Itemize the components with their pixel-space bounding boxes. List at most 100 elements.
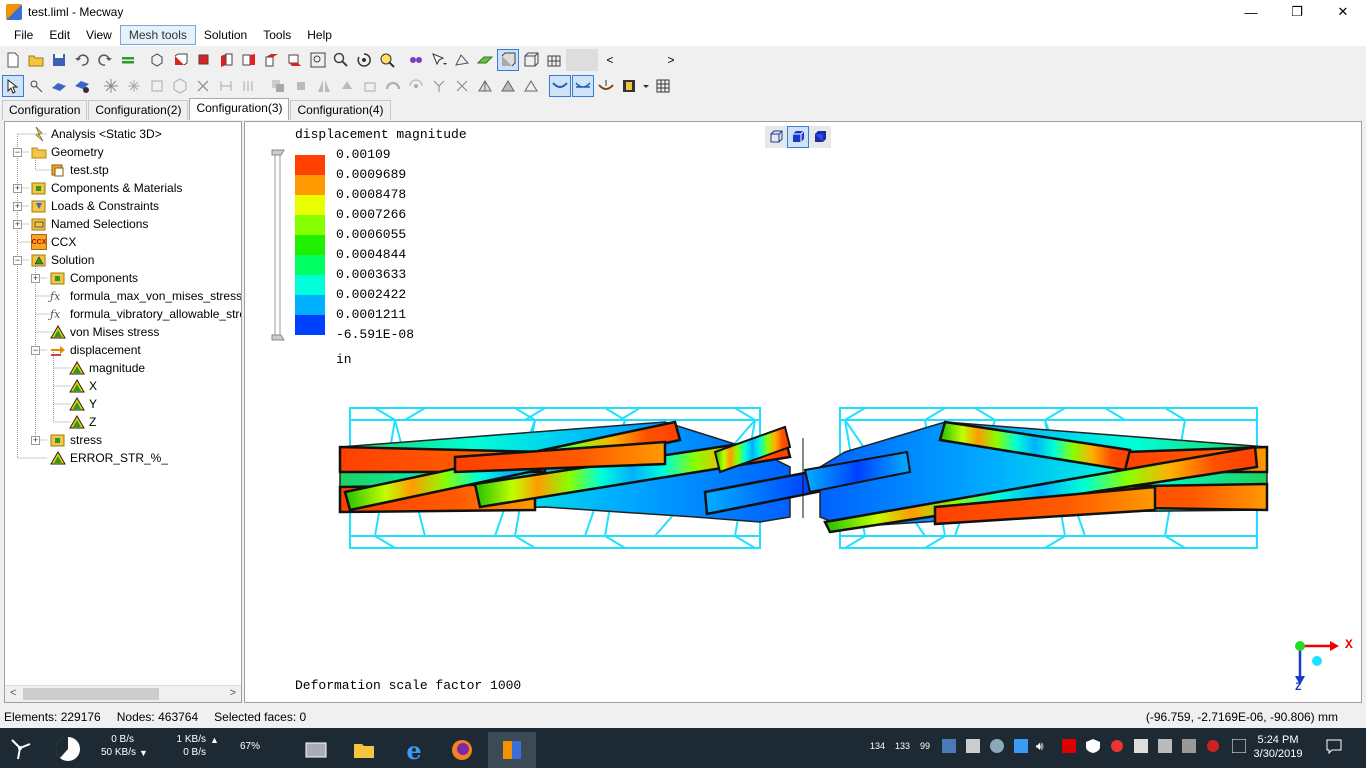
tree-item-z[interactable]: Z bbox=[69, 413, 96, 431]
merge-nodes-icon[interactable] bbox=[428, 75, 450, 97]
square-tool-icon[interactable] bbox=[146, 75, 168, 97]
mesh-view-icon[interactable] bbox=[543, 49, 565, 71]
tray-app-icon-2[interactable] bbox=[966, 739, 980, 755]
view-back-icon[interactable] bbox=[192, 49, 214, 71]
tree-item-formula-max[interactable]: ƒx formula_max_von_mises_stress_ bbox=[50, 287, 241, 305]
undo-icon[interactable] bbox=[71, 49, 93, 71]
tree-item-stress[interactable]: stress bbox=[50, 431, 102, 449]
taskbar-firefox-icon[interactable] bbox=[438, 732, 486, 768]
revolve-icon[interactable] bbox=[405, 75, 427, 97]
minimize-button[interactable]: — bbox=[1228, 0, 1274, 24]
tree-item-y[interactable]: Y bbox=[69, 395, 97, 413]
tray-network-icon[interactable] bbox=[1231, 738, 1247, 755]
extrude-icon[interactable] bbox=[238, 75, 260, 97]
tree-expander-geometry[interactable]: − bbox=[13, 148, 22, 157]
sweep-icon[interactable] bbox=[382, 75, 404, 97]
menu-tools[interactable]: Tools bbox=[255, 26, 299, 44]
taskbar-mecway-icon[interactable] bbox=[488, 732, 536, 768]
tree-item-x[interactable]: X bbox=[69, 377, 97, 395]
tray-app-icon-9[interactable] bbox=[1206, 739, 1220, 755]
tray-app-icon-6[interactable] bbox=[1134, 739, 1148, 755]
menu-file[interactable]: File bbox=[6, 26, 41, 44]
refine-icon[interactable] bbox=[123, 75, 145, 97]
tree-expander-named-selections[interactable]: + bbox=[13, 220, 22, 229]
restore-button[interactable]: ❐ bbox=[1274, 0, 1320, 24]
tray-app-icon-8[interactable] bbox=[1182, 739, 1196, 755]
taskbar-edge-icon[interactable]: e bbox=[390, 732, 438, 768]
scrollbar-thumb[interactable] bbox=[23, 688, 159, 700]
delete-x-icon[interactable] bbox=[192, 75, 214, 97]
redo-icon[interactable] bbox=[94, 49, 116, 71]
volume-icon[interactable]: 🔊︎ bbox=[1036, 739, 1044, 754]
menu-mesh-tools[interactable]: Mesh tools bbox=[119, 25, 196, 45]
tree-expander-stress[interactable]: + bbox=[31, 436, 40, 445]
3d-viewport[interactable]: displacement magnitude 0.00109 0.0009689 0… bbox=[244, 121, 1362, 703]
tab-configuration-4[interactable]: Configuration(4) bbox=[290, 100, 391, 120]
view-front-icon[interactable] bbox=[169, 49, 191, 71]
toolbar-scroll-right-icon[interactable]: > bbox=[660, 49, 682, 71]
tray-b-icon[interactable] bbox=[1062, 739, 1076, 755]
view-left-icon[interactable] bbox=[215, 49, 237, 71]
film-strip-icon[interactable] bbox=[618, 75, 640, 97]
new-file-icon[interactable] bbox=[2, 49, 24, 71]
zoom-box-icon[interactable] bbox=[307, 49, 329, 71]
fill-icon[interactable] bbox=[497, 75, 519, 97]
menu-solution[interactable]: Solution bbox=[196, 26, 255, 44]
zoom-fit-icon[interactable] bbox=[376, 49, 398, 71]
explode-icon[interactable] bbox=[100, 75, 122, 97]
tree-item-formula-vibratory[interactable]: ƒx formula_vibratory_allowable_stre bbox=[50, 305, 241, 323]
toolbar-scroll-left-icon[interactable]: < bbox=[599, 49, 621, 71]
taskbar-app-task-view-icon[interactable] bbox=[292, 732, 340, 768]
split-nodes-icon[interactable] bbox=[451, 75, 473, 97]
close-button[interactable]: ✕ bbox=[1320, 0, 1366, 24]
tree-item-error-str[interactable]: ERROR_STR_%_ bbox=[50, 449, 168, 467]
tray-app-icon-4[interactable] bbox=[1014, 739, 1028, 755]
tree-horizontal-scrollbar[interactable]: < > bbox=[5, 685, 241, 702]
menu-view[interactable]: View bbox=[78, 26, 120, 44]
wireframe-view-icon[interactable] bbox=[520, 49, 542, 71]
tab-configuration-3[interactable]: Configuration(3) bbox=[189, 98, 290, 120]
save-icon[interactable] bbox=[48, 49, 70, 71]
hex-tool-icon[interactable] bbox=[169, 75, 191, 97]
tree-expander-solution[interactable]: − bbox=[13, 256, 22, 265]
clock-time[interactable]: 5:24 PM bbox=[1250, 734, 1306, 746]
rotate-icon[interactable] bbox=[353, 49, 375, 71]
deformed-shape-icon[interactable] bbox=[549, 75, 571, 97]
scroll-left-icon[interactable]: < bbox=[10, 687, 16, 699]
tree-item-solution[interactable]: Solution bbox=[31, 251, 94, 269]
tet-mesh-icon[interactable] bbox=[474, 75, 496, 97]
tray-app-icon-1[interactable] bbox=[942, 739, 956, 755]
tree-item-displacement[interactable]: displacement bbox=[50, 341, 141, 359]
undeformed-overlay-icon[interactable] bbox=[572, 75, 594, 97]
zoom-icon[interactable] bbox=[330, 49, 352, 71]
tree-item-components[interactable]: Components bbox=[50, 269, 138, 287]
tree-item-magnitude[interactable]: magnitude bbox=[69, 359, 145, 377]
clock-date[interactable]: 3/30/2019 bbox=[1250, 748, 1306, 760]
tree-item-components-materials[interactable]: Components & Materials bbox=[31, 179, 182, 197]
tree-item-named-selections[interactable]: Named Selections bbox=[31, 215, 148, 233]
view-top-icon[interactable] bbox=[261, 49, 283, 71]
rotate-mesh-icon[interactable] bbox=[336, 75, 358, 97]
mirror-icon[interactable] bbox=[313, 75, 335, 97]
tab-configuration-1[interactable]: Configuration bbox=[2, 100, 88, 120]
mesh-quality-icon[interactable] bbox=[451, 49, 473, 71]
view-right-icon[interactable] bbox=[238, 49, 260, 71]
table-icon[interactable] bbox=[652, 75, 674, 97]
tree-expander-loads-constraints[interactable]: + bbox=[13, 202, 22, 211]
tab-configuration-2[interactable]: Configuration(2) bbox=[88, 100, 189, 120]
open-folder-icon[interactable] bbox=[25, 49, 47, 71]
split-icon[interactable] bbox=[215, 75, 237, 97]
tray-app-icon-7[interactable] bbox=[1158, 739, 1172, 755]
equals-icon[interactable] bbox=[117, 49, 139, 71]
menu-help[interactable]: Help bbox=[299, 26, 340, 44]
select-elements-icon[interactable] bbox=[71, 75, 93, 97]
select-faces-icon[interactable] bbox=[48, 75, 70, 97]
tree-expander-components[interactable]: + bbox=[31, 274, 40, 283]
select-mode-dropdown-icon[interactable] bbox=[428, 49, 450, 71]
menu-edit[interactable]: Edit bbox=[41, 26, 78, 44]
select-nodes-icon[interactable] bbox=[405, 49, 427, 71]
select-nodes-tool-icon[interactable] bbox=[25, 75, 47, 97]
tray-app-icon-5[interactable] bbox=[1110, 739, 1124, 755]
copy-icon[interactable] bbox=[267, 75, 289, 97]
tree-item-geometry[interactable]: Geometry bbox=[31, 143, 104, 161]
